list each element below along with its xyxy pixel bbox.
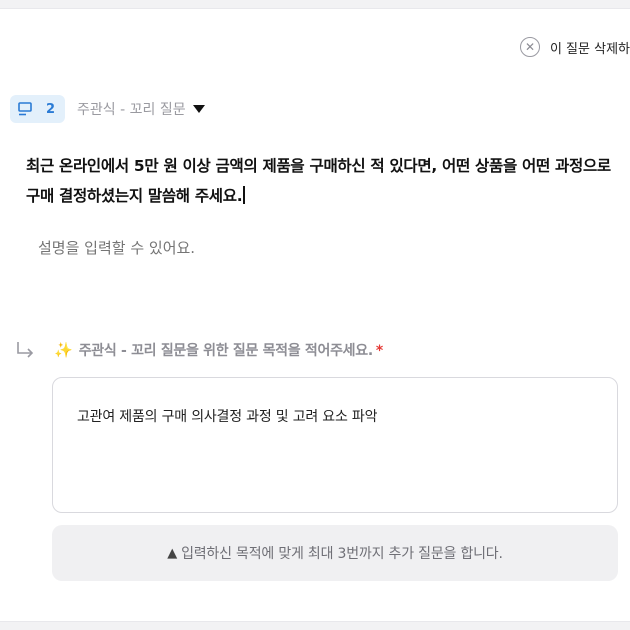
question-text-field[interactable]: 최근 온라인에서 5만 원 이상 금액의 제품을 구매하신 적 있다면, 어떤 …	[26, 151, 616, 211]
question-text: 최근 온라인에서 5만 원 이상 금액의 제품을 구매하신 적 있다면, 어떤 …	[26, 157, 611, 205]
followup-notice: ▲ 입력하신 목적에 맞게 최대 3번까지 추가 질문을 합니다.	[52, 525, 618, 581]
followup-purpose-label: 주관식 - 꼬리 질문을 위한 질문 목적을 적어주세요. *	[79, 340, 383, 360]
close-circle-icon: ✕	[519, 37, 540, 57]
followup-notice-text: 입력하신 목적에 맞게 최대 3번까지 추가 질문을 합니다.	[181, 546, 503, 562]
question-type-row: 2 주관식 - 꼬리 질문	[10, 95, 205, 123]
text-cursor	[243, 186, 245, 204]
followup-purpose-label-text: 주관식 - 꼬리 질문을 위한 질문 목적을 적어주세요.	[78, 343, 373, 359]
warning-icon: ▲	[167, 545, 178, 561]
sparkle-icon: ✨	[54, 341, 73, 359]
required-mark: *	[375, 343, 383, 359]
followup-purpose-value: 고관여 제품의 구매 의사결정 과정 및 고려 요소 파악	[77, 409, 378, 425]
caret-down-icon	[192, 105, 205, 113]
followup-purpose-input[interactable]: 고관여 제품의 구매 의사결정 과정 및 고려 요소 파악	[52, 377, 618, 513]
question-number-badge: 2	[10, 95, 66, 123]
question-card: ✕ 이 질문 삭제하 2 주관식 - 꼬리 질문 최근 온라인에서 5만 원 이…	[0, 8, 630, 622]
delete-question-button[interactable]: ✕ 이 질문 삭제하	[519, 37, 630, 57]
text-lines-icon	[18, 102, 32, 116]
followup-purpose-row: ✨ 주관식 - 꼬리 질문을 위한 질문 목적을 적어주세요. *	[14, 339, 383, 361]
question-number: 2	[46, 101, 56, 117]
reply-arrow-icon	[17, 342, 34, 358]
question-type-dropdown[interactable]: 주관식 - 꼬리 질문	[77, 99, 205, 119]
delete-question-label: 이 질문 삭제하	[549, 41, 630, 57]
question-type-label: 주관식 - 꼬리 질문	[77, 102, 186, 118]
description-input[interactable]	[38, 239, 578, 257]
